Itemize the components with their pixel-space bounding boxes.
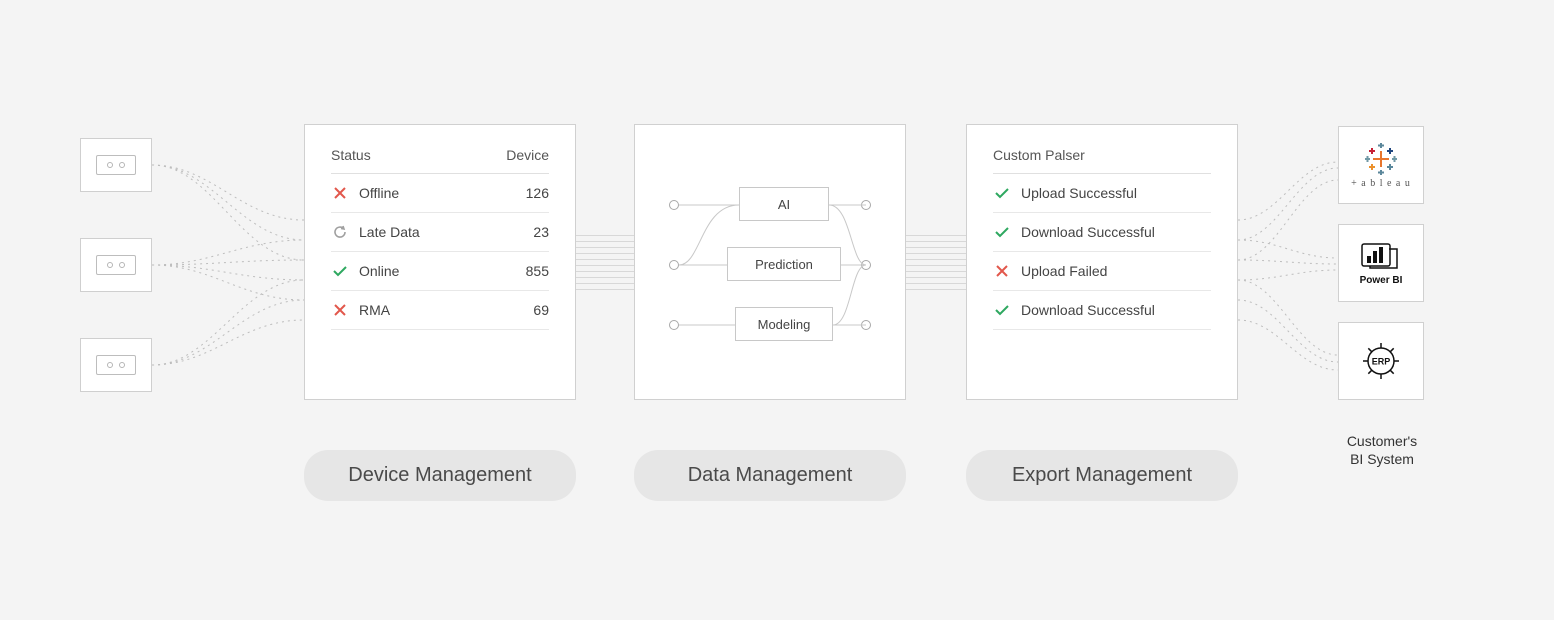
status-count: 855 <box>526 263 549 279</box>
status-row-offline: Offline 126 <box>331 174 549 213</box>
pill-data-management: Data Management <box>634 450 906 501</box>
flow-node-label: AI <box>778 197 790 212</box>
status-row-rma: RMA 69 <box>331 291 549 330</box>
erp-icon: ERP <box>1359 339 1403 383</box>
status-label: Offline <box>359 185 526 201</box>
flow-port <box>669 260 679 270</box>
export-label: Download Successful <box>1021 302 1211 318</box>
export-management-panel: Custom Palser Upload Successful Download… <box>966 124 1238 400</box>
export-label: Upload Failed <box>1021 263 1211 279</box>
pill-export-management: Export Management <box>966 450 1238 501</box>
bi-box-erp: ERP <box>1338 322 1424 400</box>
bi-caption-line2: BI System <box>1350 451 1414 467</box>
flow-left <box>152 130 304 410</box>
status-count: 69 <box>533 302 549 318</box>
device-management-panel: Status Device Offline 126 Late Data 23 O… <box>304 124 576 400</box>
check-icon <box>993 225 1011 239</box>
cross-icon <box>331 303 349 317</box>
flow-port <box>861 200 871 210</box>
connector-ribbon-1 <box>576 232 634 292</box>
bi-box-tableau: + a b l e a u <box>1338 126 1424 204</box>
tableau-icon <box>1364 142 1398 176</box>
powerbi-label: Power BI <box>1360 275 1403 286</box>
device-status-header: Status <box>331 147 371 163</box>
device-box-1 <box>80 138 152 192</box>
cross-icon <box>331 186 349 200</box>
flow-node-label: Modeling <box>758 317 811 332</box>
data-management-panel: AI Prediction Modeling <box>634 124 906 400</box>
bi-caption-line1: Customer's <box>1347 433 1417 449</box>
status-row-online: Online 855 <box>331 252 549 291</box>
bi-caption: Customer's BI System <box>1332 432 1432 468</box>
device-box-3 <box>80 338 152 392</box>
powerbi-icon <box>1361 241 1401 273</box>
flow-node-label: Prediction <box>755 257 813 272</box>
status-label: Late Data <box>359 224 533 240</box>
export-label: Download Successful <box>1021 224 1211 240</box>
export-row: Download Successful <box>993 291 1211 330</box>
export-title: Custom Palser <box>993 147 1211 174</box>
refresh-icon <box>331 225 349 239</box>
export-row: Upload Successful <box>993 174 1211 213</box>
flow-port <box>669 200 679 210</box>
flow-port <box>669 320 679 330</box>
export-row: Upload Failed <box>993 252 1211 291</box>
flow-node-ai: AI <box>739 187 829 221</box>
device-box-2 <box>80 238 152 292</box>
export-row: Download Successful <box>993 213 1211 252</box>
check-icon <box>993 303 1011 317</box>
tableau-label: + a b l e a u <box>1351 178 1411 189</box>
diagram-canvas: Status Device Offline 126 Late Data 23 O… <box>0 0 1554 620</box>
status-label: Online <box>359 263 526 279</box>
check-icon <box>993 186 1011 200</box>
export-label: Upload Successful <box>1021 185 1211 201</box>
device-count-header: Device <box>506 147 549 163</box>
cross-icon <box>993 264 1011 278</box>
erp-text: ERP <box>1372 357 1391 367</box>
flow-right <box>1238 130 1338 430</box>
status-count: 126 <box>526 185 549 201</box>
check-icon <box>331 264 349 278</box>
status-count: 23 <box>533 224 549 240</box>
pill-device-management: Device Management <box>304 450 576 501</box>
flow-port <box>861 320 871 330</box>
connector-ribbon-2 <box>906 232 966 292</box>
flow-node-prediction: Prediction <box>727 247 841 281</box>
bi-box-powerbi: Power BI <box>1338 224 1424 302</box>
flow-node-modeling: Modeling <box>735 307 833 341</box>
flow-port <box>861 260 871 270</box>
status-row-late-data: Late Data 23 <box>331 213 549 252</box>
status-label: RMA <box>359 302 533 318</box>
